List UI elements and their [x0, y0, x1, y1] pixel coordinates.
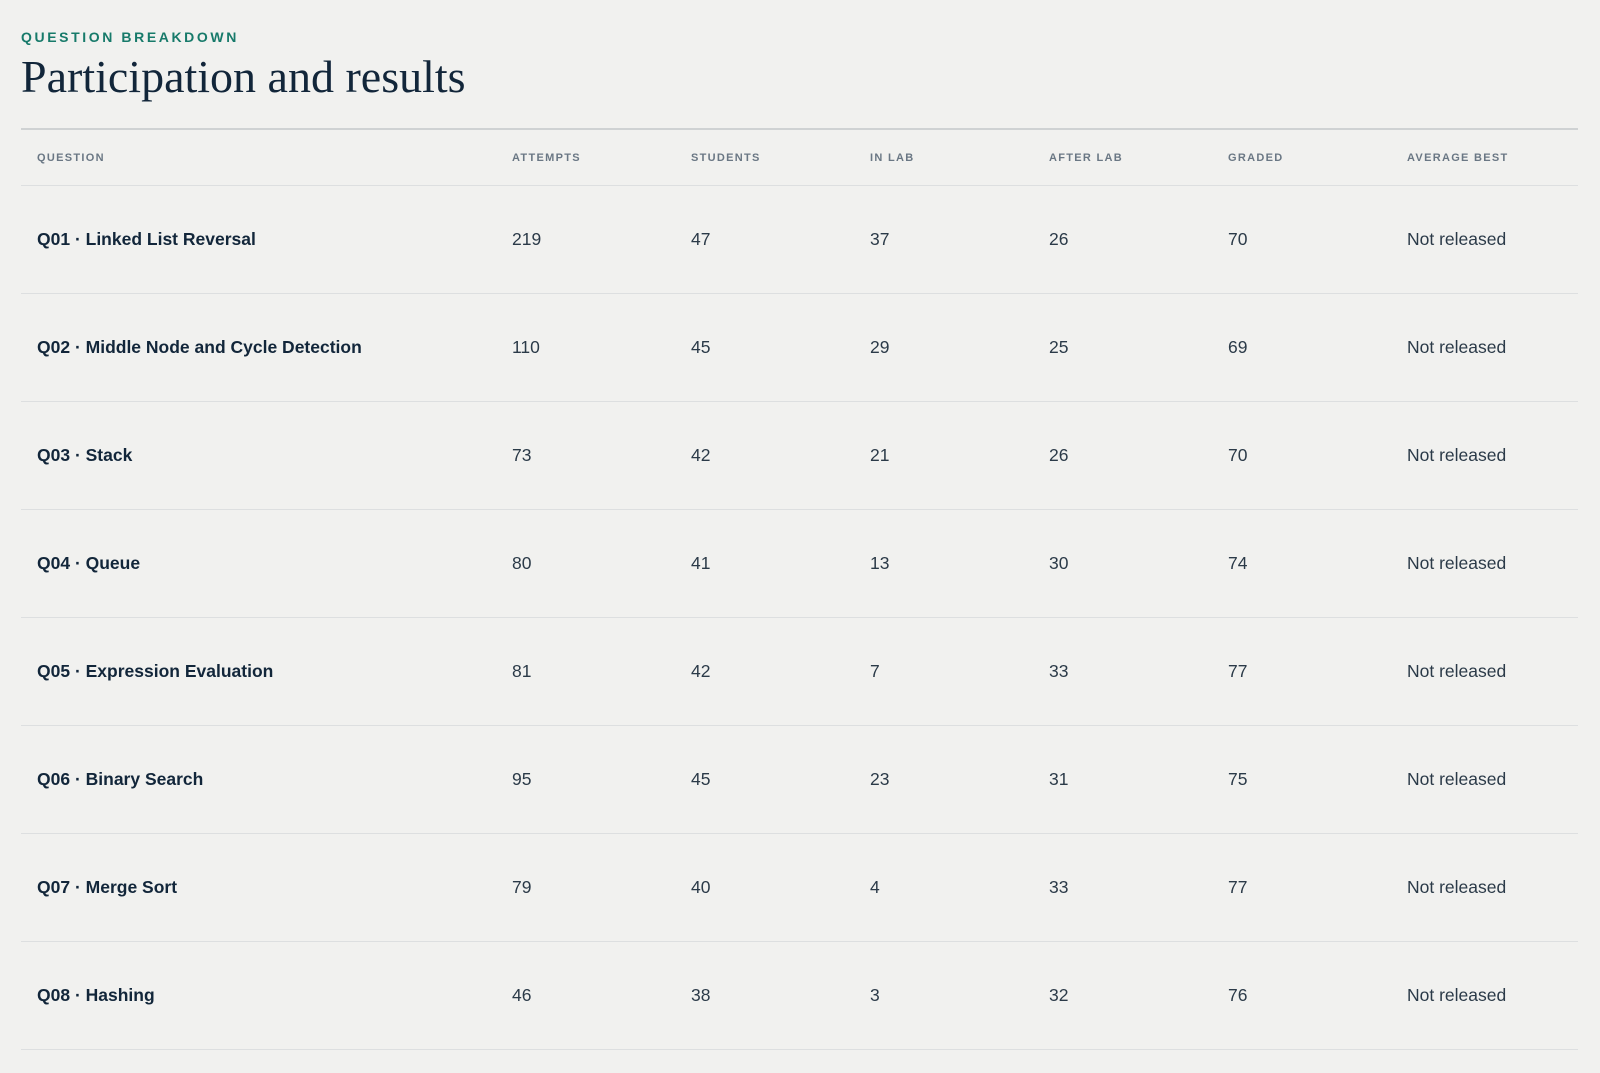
- graded-value: 74: [1228, 553, 1248, 573]
- students-value: 41: [691, 553, 711, 573]
- students-value: 42: [691, 445, 711, 465]
- average-best-value: Not released: [1407, 769, 1507, 789]
- after-lab-value: 25: [1049, 337, 1069, 357]
- column-header-in-lab: IN LAB: [870, 151, 915, 164]
- graded-value: 77: [1228, 877, 1248, 897]
- column-header-students: STUDENTS: [691, 151, 761, 164]
- column-header-attempts: ATTEMPTS: [512, 151, 581, 164]
- table-row: Q06 · Binary Search 95 45 23 31 75 Not r…: [21, 726, 1578, 834]
- attempts-value: 46: [512, 985, 532, 1005]
- question-name: Q08 · Hashing: [37, 985, 155, 1005]
- graded-value: 76: [1228, 985, 1248, 1005]
- question-name: Q06 · Binary Search: [37, 769, 204, 789]
- column-header-after-lab: AFTER LAB: [1049, 151, 1124, 164]
- average-best-value: Not released: [1407, 445, 1507, 465]
- in-lab-value: 21: [870, 445, 890, 465]
- students-value: 40: [691, 877, 711, 897]
- in-lab-value: 3: [870, 985, 880, 1005]
- attempts-value: 219: [512, 229, 542, 249]
- question-name: Q04 · Queue: [37, 553, 141, 573]
- in-lab-value: 4: [870, 877, 880, 897]
- average-best-value: Not released: [1407, 661, 1507, 681]
- column-header-average-best: AVERAGE BEST: [1407, 151, 1509, 164]
- question-table: QUESTION ATTEMPTS STUDENTS IN LAB AFTER …: [21, 128, 1578, 1050]
- average-best-value: Not released: [1407, 877, 1507, 897]
- table-row: Q03 · Stack 73 42 21 26 70 Not released: [21, 402, 1578, 510]
- students-value: 45: [691, 337, 711, 357]
- table-row: Q08 · Hashing 46 38 3 32 76 Not released: [21, 942, 1578, 1050]
- table-row: Q04 · Queue 80 41 13 30 74 Not released: [21, 510, 1578, 618]
- question-name: Q02 · Middle Node and Cycle Detection: [37, 337, 362, 357]
- in-lab-value: 29: [870, 337, 890, 357]
- question-breakdown-section: QUESTION BREAKDOWN Participation and res…: [0, 0, 1600, 1050]
- in-lab-value: 23: [870, 769, 890, 789]
- page-title: Participation and results: [21, 51, 466, 102]
- average-best-value: Not released: [1407, 553, 1507, 573]
- after-lab-value: 33: [1049, 877, 1069, 897]
- graded-value: 70: [1228, 445, 1248, 465]
- in-lab-value: 7: [870, 661, 880, 681]
- table-row: Q05 · Expression Evaluation 81 42 7 33 7…: [21, 618, 1578, 726]
- after-lab-value: 31: [1049, 769, 1069, 789]
- attempts-value: 95: [512, 769, 532, 789]
- graded-value: 75: [1228, 769, 1248, 789]
- table-row: Q02 · Middle Node and Cycle Detection 11…: [21, 294, 1578, 402]
- students-value: 42: [691, 661, 711, 681]
- students-value: 47: [691, 229, 711, 249]
- graded-value: 70: [1228, 229, 1248, 249]
- section-eyebrow: QUESTION BREAKDOWN: [21, 29, 239, 45]
- question-name: Q05 · Expression Evaluation: [37, 661, 274, 681]
- table-row: Q07 · Merge Sort 79 40 4 33 77 Not relea…: [21, 834, 1578, 942]
- students-value: 45: [691, 769, 711, 789]
- average-best-value: Not released: [1407, 337, 1507, 357]
- average-best-value: Not released: [1407, 985, 1507, 1005]
- column-header-graded: GRADED: [1228, 151, 1284, 164]
- table-row: Q01 · Linked List Reversal 219 47 37 26 …: [21, 186, 1578, 294]
- graded-value: 69: [1228, 337, 1248, 357]
- in-lab-value: 37: [870, 229, 890, 249]
- attempts-value: 110: [512, 337, 540, 357]
- average-best-value: Not released: [1407, 229, 1507, 249]
- after-lab-value: 33: [1049, 661, 1069, 681]
- after-lab-value: 26: [1049, 229, 1069, 249]
- after-lab-value: 26: [1049, 445, 1069, 465]
- attempts-value: 80: [512, 553, 532, 573]
- question-name: Q07 · Merge Sort: [37, 877, 178, 897]
- students-value: 38: [691, 985, 711, 1005]
- after-lab-value: 30: [1049, 553, 1069, 573]
- question-name: Q01 · Linked List Reversal: [37, 229, 256, 249]
- graded-value: 77: [1228, 661, 1248, 681]
- question-name: Q03 · Stack: [37, 445, 133, 465]
- after-lab-value: 32: [1049, 985, 1069, 1005]
- attempts-value: 79: [512, 877, 532, 897]
- attempts-value: 73: [512, 445, 532, 465]
- column-header-question: QUESTION: [37, 151, 105, 164]
- in-lab-value: 13: [870, 553, 890, 573]
- attempts-value: 81: [512, 661, 532, 681]
- table-header-row: QUESTION ATTEMPTS STUDENTS IN LAB AFTER …: [21, 130, 1578, 186]
